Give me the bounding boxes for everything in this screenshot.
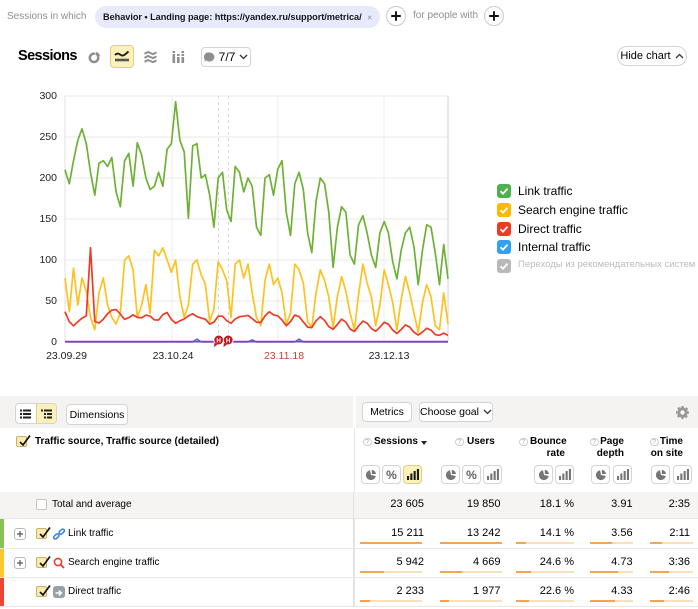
svg-text:H: H [226, 338, 231, 345]
svg-text:H: H [216, 338, 221, 345]
